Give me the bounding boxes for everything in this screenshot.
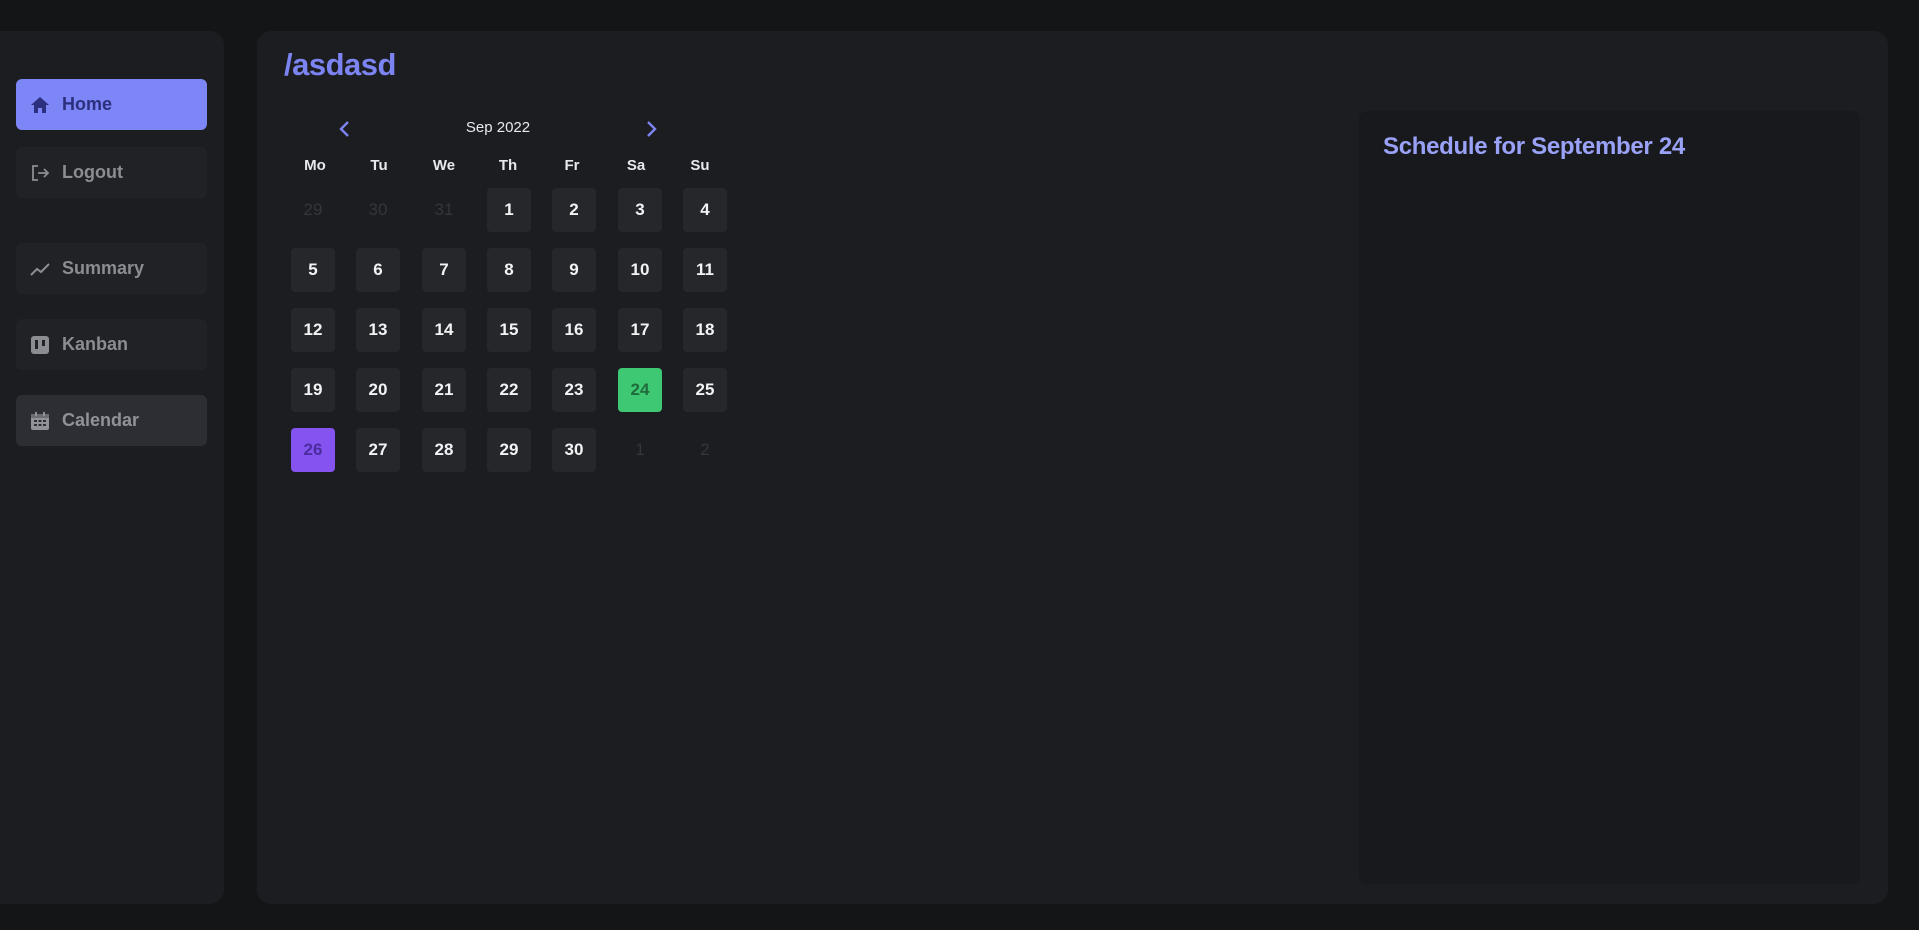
logout-icon xyxy=(30,163,50,183)
calendar-day-today[interactable]: 26 xyxy=(291,428,335,472)
calendar-month-label[interactable]: Sep 2022 xyxy=(331,119,665,136)
calendar-day[interactable]: 27 xyxy=(356,428,400,472)
sidebar: Home Logout Summary Kanban Calendar xyxy=(0,31,224,904)
nav-calendar-label: Calendar xyxy=(62,410,140,430)
calendar-day[interactable]: 5 xyxy=(291,248,335,292)
calendar-day-outside[interactable]: 29 xyxy=(291,188,335,232)
calendar-day[interactable]: 11 xyxy=(683,248,727,292)
calendar-day[interactable]: 18 xyxy=(683,308,727,352)
calendar-icon xyxy=(30,411,50,431)
calendar-day[interactable]: 3 xyxy=(618,188,662,232)
weekday-label: We xyxy=(432,157,456,174)
calendar-day[interactable]: 16 xyxy=(552,308,596,352)
nav-logout-button[interactable]: Logout xyxy=(16,147,207,198)
calendar-day[interactable]: 14 xyxy=(422,308,466,352)
calendar-day[interactable]: 29 xyxy=(487,428,531,472)
nav-kanban-label: Kanban xyxy=(62,334,129,354)
nav-summary-button[interactable]: Summary xyxy=(16,243,207,294)
nav-kanban-button[interactable]: Kanban xyxy=(16,319,207,370)
calendar-day[interactable]: 13 xyxy=(356,308,400,352)
calendar-day[interactable]: 15 xyxy=(487,308,531,352)
chevron-right-icon xyxy=(647,121,657,137)
weekday-label: Tu xyxy=(370,157,388,174)
calendar-day[interactable]: 6 xyxy=(356,248,400,292)
calendar-day[interactable]: 23 xyxy=(552,368,596,412)
main-panel: /asdasd Sep 2022 Mo Tu We Th Fr Sa Su 29… xyxy=(257,31,1888,904)
trend-line-icon xyxy=(30,259,50,279)
home-icon xyxy=(30,95,50,115)
weekday-label: Mo xyxy=(304,157,326,174)
nav-home-button[interactable]: Home xyxy=(16,79,207,130)
weekday-label: Sa xyxy=(626,157,646,174)
calendar-header: Sep 2022 xyxy=(331,115,665,143)
schedule-title: Schedule for September 24 xyxy=(1383,133,1685,160)
calendar-day-outside[interactable]: 31 xyxy=(422,188,466,232)
schedule-panel: Schedule for September 24 xyxy=(1359,111,1860,884)
calendar-day[interactable]: 12 xyxy=(291,308,335,352)
page-title: /asdasd xyxy=(284,47,396,82)
nav-summary-label: Summary xyxy=(62,258,145,278)
nav-home-label: Home xyxy=(62,94,113,114)
calendar-day-outside[interactable]: 30 xyxy=(356,188,400,232)
next-month-button[interactable] xyxy=(637,115,665,143)
calendar-day-outside[interactable]: 1 xyxy=(618,428,662,472)
kanban-board-icon xyxy=(30,335,50,355)
calendar-day[interactable]: 4 xyxy=(683,188,727,232)
calendar-day[interactable]: 25 xyxy=(683,368,727,412)
nav-calendar-button[interactable]: Calendar xyxy=(16,395,207,446)
weekday-label: Th xyxy=(498,157,518,174)
nav-logout-label: Logout xyxy=(62,162,123,182)
calendar-day[interactable]: 7 xyxy=(422,248,466,292)
weekday-label: Su xyxy=(690,157,710,174)
calendar-day[interactable]: 28 xyxy=(422,428,466,472)
calendar-day[interactable]: 20 xyxy=(356,368,400,412)
calendar-day[interactable]: 2 xyxy=(552,188,596,232)
calendar-day[interactable]: 10 xyxy=(618,248,662,292)
calendar-day[interactable]: 17 xyxy=(618,308,662,352)
calendar-day-outside[interactable]: 2 xyxy=(683,428,727,472)
calendar-day[interactable]: 9 xyxy=(552,248,596,292)
calendar-day[interactable]: 21 xyxy=(422,368,466,412)
calendar-day[interactable]: 22 xyxy=(487,368,531,412)
calendar-day[interactable]: 1 xyxy=(487,188,531,232)
calendar-day[interactable]: 19 xyxy=(291,368,335,412)
weekday-label: Fr xyxy=(564,157,580,174)
calendar-day[interactable]: 8 xyxy=(487,248,531,292)
calendar-day[interactable]: 30 xyxy=(552,428,596,472)
calendar-day-selected[interactable]: 24 xyxy=(618,368,662,412)
